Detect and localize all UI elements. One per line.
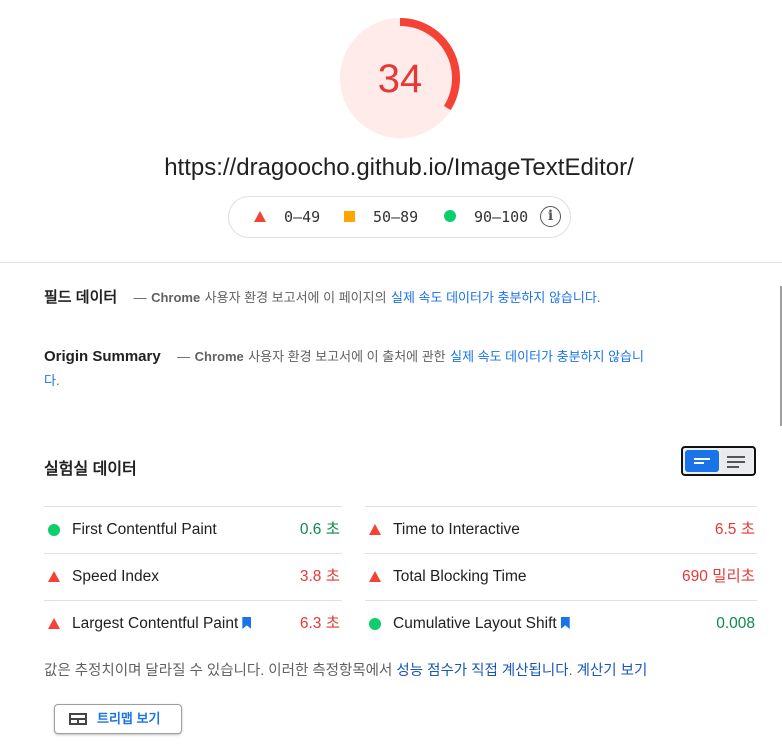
metric-name: Time to Interactive xyxy=(393,521,520,538)
calculator-link[interactable]: 계산기 보기 xyxy=(577,663,648,679)
field-data-section: 필드 데이터 — Chrome 사용자 환경 보고서에 이 페이지의 실제 속도… xyxy=(44,288,764,308)
treemap-icon xyxy=(69,713,87,725)
legend-pass: 90–100 xyxy=(444,197,528,237)
triangle-icon xyxy=(254,211,266,222)
square-icon xyxy=(344,211,355,222)
page-url: https://dragoocho.github.io/ImageTextEdi… xyxy=(164,154,634,181)
origin-summary-section: Origin Summary — Chrome 사용자 환경 보고서에 이 출처… xyxy=(44,345,724,393)
metric-value: 690 밀리초 xyxy=(682,568,755,585)
metric-name: Total Blocking Time xyxy=(393,568,527,585)
origin-link-cont[interactable]: 다 xyxy=(44,373,56,388)
compact-view-button[interactable] xyxy=(685,450,719,472)
field-end: . xyxy=(596,290,601,305)
metric-value: 6.5 초 xyxy=(714,521,755,538)
metric-value: 6.3 초 xyxy=(299,615,340,632)
field-link[interactable]: 실제 속도 데이터가 충분하지 않습니다 xyxy=(391,290,597,305)
estimate-note: 값은 추정치이며 달라질 수 있습니다. 이러한 측정항목에서 성능 점수가 직… xyxy=(44,659,647,680)
note-text: 값은 추정치이며 달라질 수 있습니다. 이러한 측정항목에서 xyxy=(44,663,393,679)
header-divider xyxy=(0,262,782,263)
metric-value: 3.8 초 xyxy=(299,568,340,585)
origin-source: Chrome xyxy=(194,349,244,364)
field-dash: — xyxy=(133,290,147,305)
triangle-icon xyxy=(48,618,60,629)
treemap-label: 트리맵 보기 xyxy=(97,711,161,726)
triangle-icon xyxy=(48,571,60,582)
bookmark-icon xyxy=(560,617,570,629)
metrics-right-column: Time to Interactive 6.5 초 Total Blocking… xyxy=(365,506,757,647)
legend-fail-label: 0–49 xyxy=(284,208,321,226)
legend-pass-label: 90–100 xyxy=(474,208,529,226)
legend-average-label: 50–89 xyxy=(373,208,419,226)
field-data-title: 필드 데이터 xyxy=(44,289,118,306)
metric-row: First Contentful Paint 0.6 초 xyxy=(44,506,342,553)
metric-name-wrap: Cumulative Layout Shift xyxy=(393,601,570,646)
legend-average: 50–89 xyxy=(344,197,418,237)
field-source: Chrome xyxy=(151,290,201,305)
metric-name: Cumulative Layout Shift xyxy=(393,615,557,632)
origin-end: . xyxy=(55,373,60,388)
origin-summary-title: Origin Summary xyxy=(44,348,161,365)
metric-row: Time to Interactive 6.5 초 xyxy=(365,506,757,553)
origin-dash: — xyxy=(177,349,191,364)
treemap-button[interactable]: 트리맵 보기 xyxy=(54,704,182,734)
origin-text: 사용자 환경 보고서에 이 출처에 관한 xyxy=(248,349,446,364)
metric-value: 0.6 초 xyxy=(299,521,340,538)
triangle-icon xyxy=(369,571,381,582)
circle-icon xyxy=(369,618,381,630)
circle-icon xyxy=(444,210,456,222)
expanded-view-button[interactable] xyxy=(721,450,752,472)
metric-value: 0.008 xyxy=(716,615,755,632)
origin-link[interactable]: 실제 속도 데이터가 충분하지 않습니 xyxy=(450,349,644,364)
metric-name: Speed Index xyxy=(72,568,160,585)
metrics-left-column: First Contentful Paint 0.6 초 Speed Index… xyxy=(44,506,342,647)
lab-data-title: 실험실 데이터 xyxy=(44,461,137,478)
metric-row: Cumulative Layout Shift 0.008 xyxy=(365,600,757,647)
score-legend: 0–49 50–89 90–100 i xyxy=(228,196,571,238)
circle-icon xyxy=(48,524,60,536)
metric-name: First Contentful Paint xyxy=(72,521,217,538)
metric-name-wrap: Largest Contentful Paint xyxy=(72,601,252,646)
score-calc-link[interactable]: 성능 점수가 직접 계산됩니다 xyxy=(396,663,568,679)
note-sep: . xyxy=(568,663,573,679)
metric-row: Largest Contentful Paint 6.3 초 xyxy=(44,600,342,647)
legend-fail: 0–49 xyxy=(254,197,320,237)
metric-row: Speed Index 3.8 초 xyxy=(44,553,342,600)
info-icon[interactable]: i xyxy=(540,206,561,227)
triangle-icon xyxy=(369,524,381,535)
field-text: 사용자 환경 보고서에 이 페이지의 xyxy=(204,290,387,305)
performance-score: 34 xyxy=(377,57,423,101)
metrics-view-toggle[interactable] xyxy=(681,446,756,476)
metric-name: Largest Contentful Paint xyxy=(72,615,239,632)
metric-row: Total Blocking Time 690 밀리초 xyxy=(365,553,757,600)
bookmark-icon xyxy=(242,617,252,629)
